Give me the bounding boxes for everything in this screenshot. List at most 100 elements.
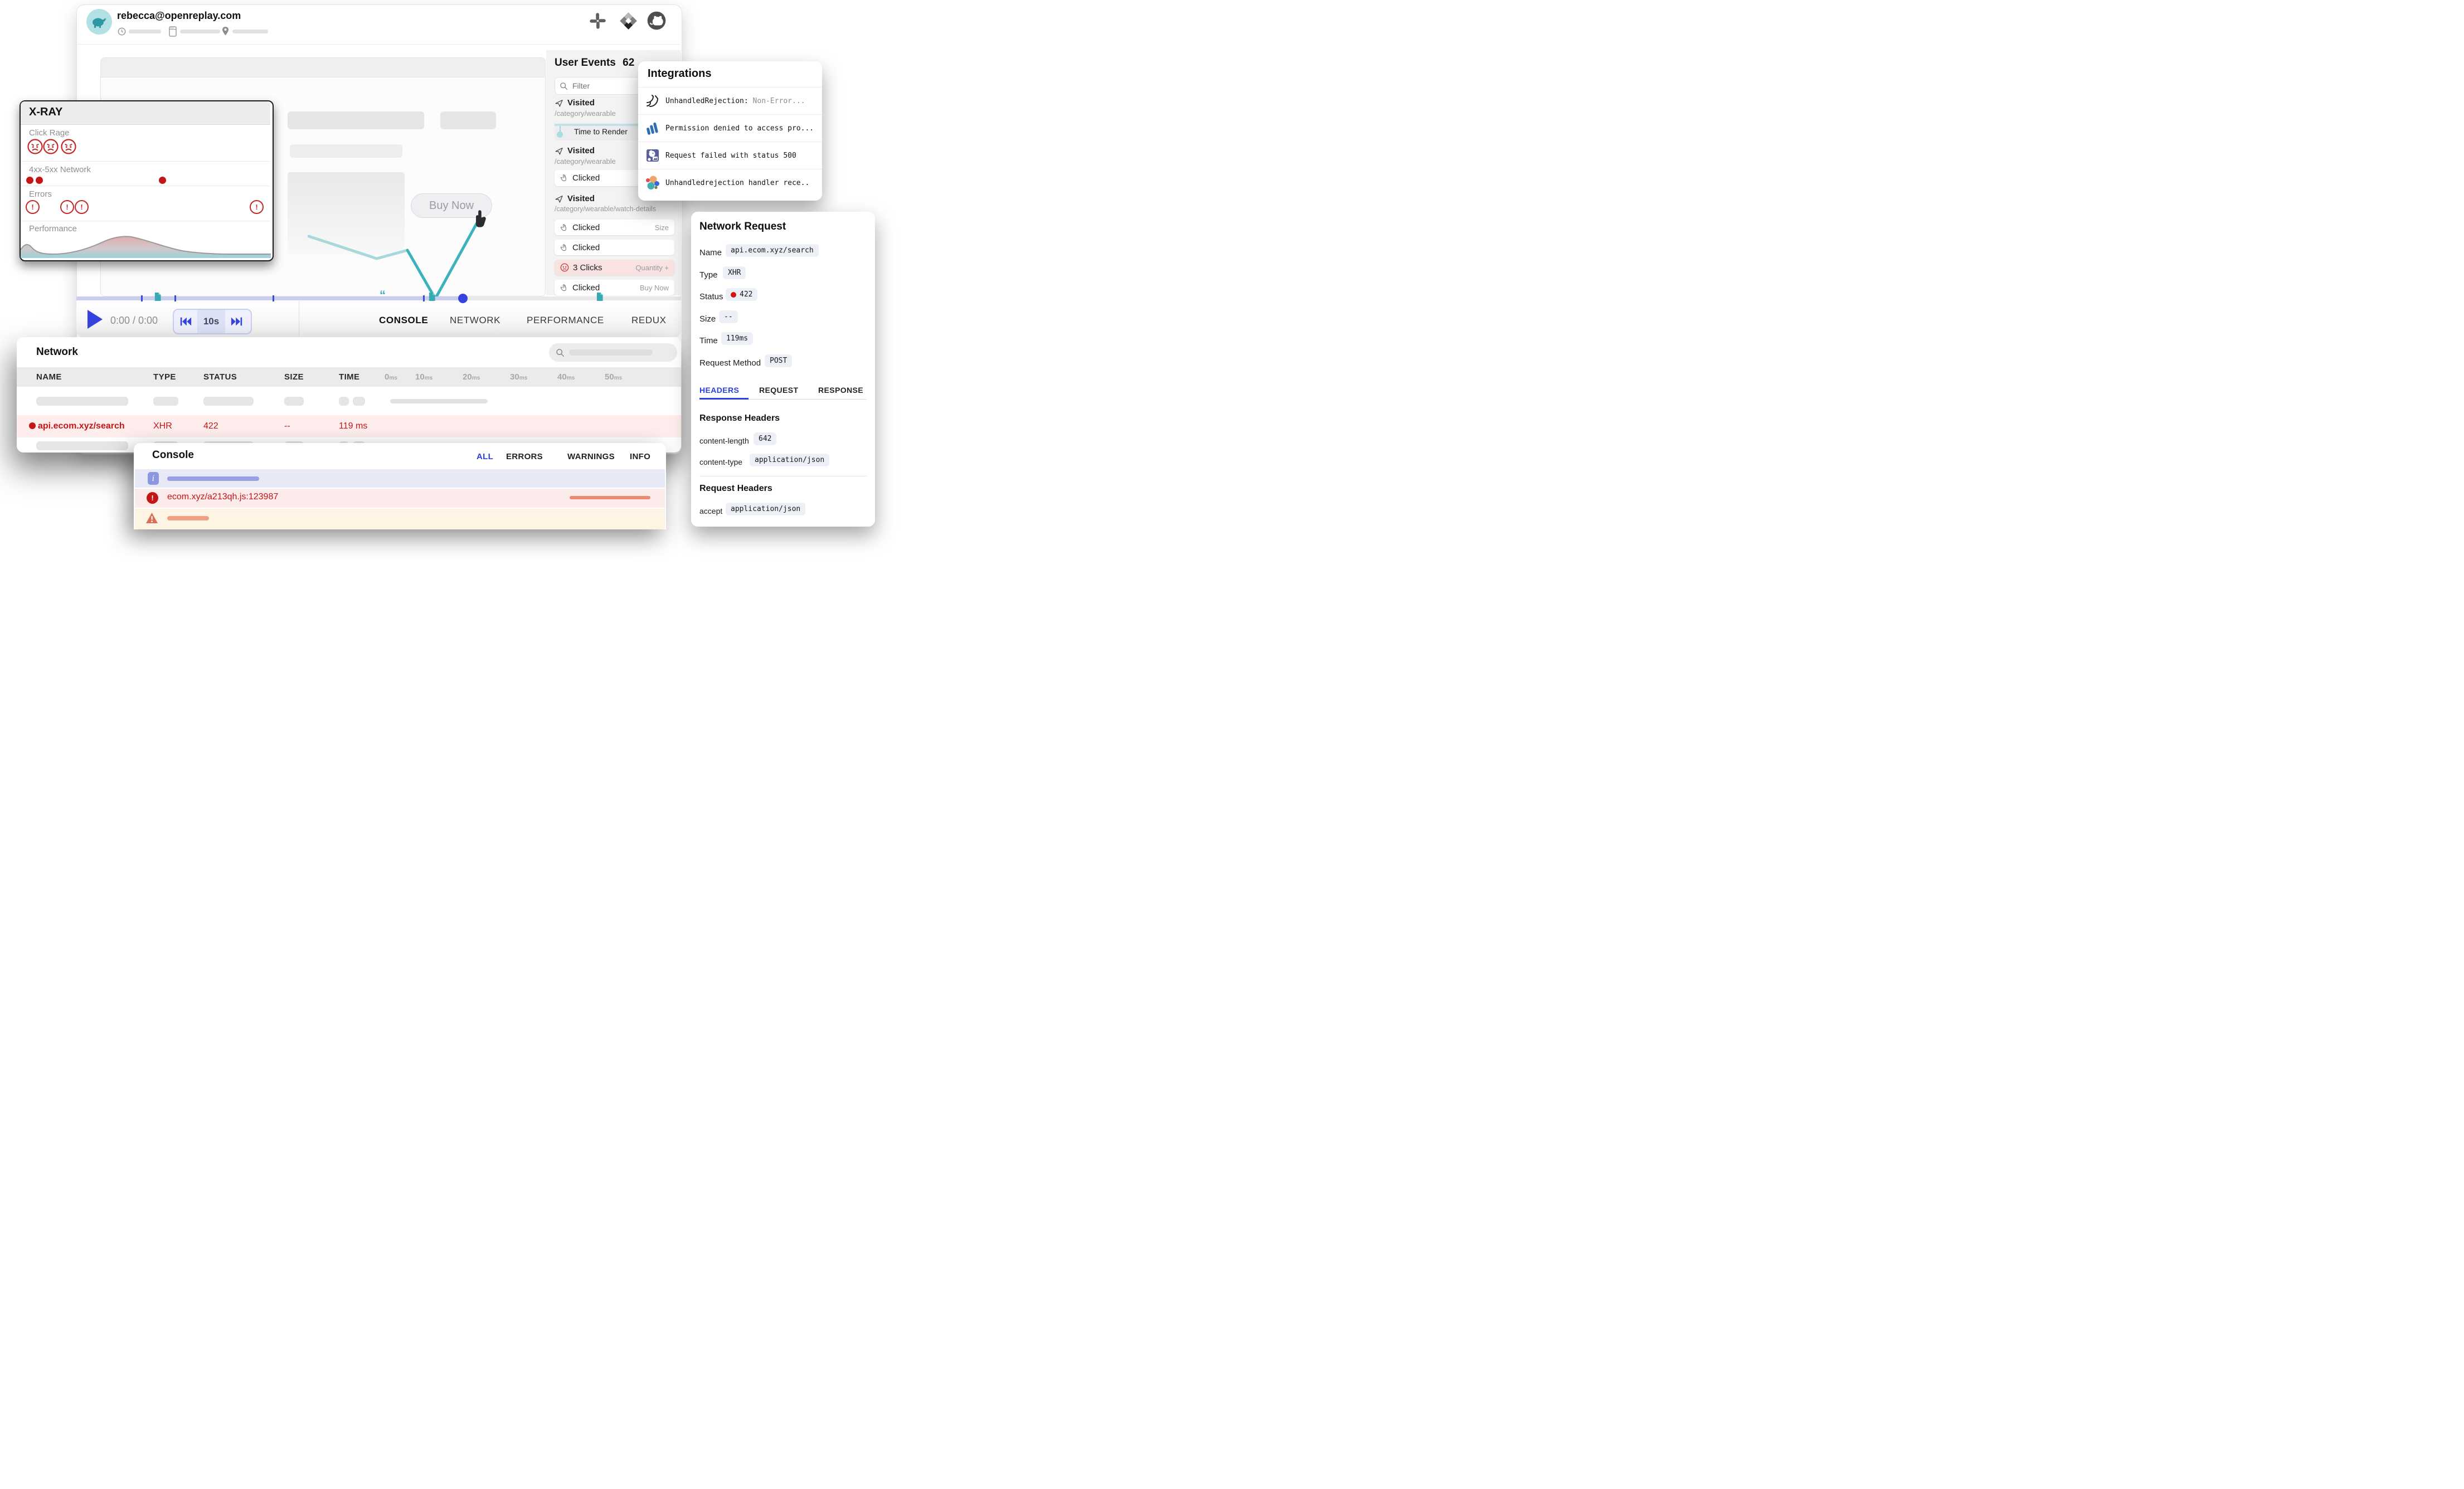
integration-row-datadog[interactable]: Request failed with status 500 [638, 142, 822, 169]
event-label: Visited [567, 98, 595, 108]
integration-message: Unhandledrejection handler rece.. [665, 179, 809, 187]
col-type[interactable]: TYPE [153, 372, 176, 382]
event-clicked-size[interactable]: Clicked Size [555, 220, 674, 235]
timeline-progress[interactable] [76, 296, 464, 300]
visited-icon [555, 99, 563, 108]
location-pin-icon [222, 26, 229, 36]
tick-unit: ms [519, 375, 527, 381]
integration-row-elastic[interactable]: Unhandledrejection handler rece.. [638, 169, 822, 196]
console-tab-warnings[interactable]: WARNINGS [567, 452, 615, 461]
github-icon[interactable] [647, 11, 667, 31]
event-clicked-buy-now[interactable]: Clicked Buy Now [555, 280, 674, 295]
err-name: api.ecom.xyz/search [38, 421, 125, 431]
tick-num: 20 [463, 372, 472, 382]
col-0ms: 0ms [385, 372, 397, 382]
tick-unit: ms [614, 375, 622, 381]
xray-title: X-RAY [29, 106, 62, 119]
skip-back-button[interactable] [174, 310, 197, 333]
timeline-event-tick[interactable] [141, 295, 143, 301]
request-headers-title: Request Headers [699, 484, 772, 494]
avatar [86, 9, 112, 35]
col-status[interactable]: STATUS [203, 372, 237, 382]
rage-face-icon [560, 263, 569, 272]
col-20ms: 20ms [463, 372, 480, 382]
performance-area-chart [21, 233, 271, 258]
nreq-tab-headers[interactable]: HEADERS [699, 386, 739, 395]
slack-icon[interactable] [589, 12, 606, 30]
field-size-value: -- [719, 310, 738, 323]
tick-num: 10 [415, 372, 425, 382]
nreq-active-tab-underline [699, 398, 749, 400]
net-row-skeleton [36, 397, 128, 406]
network-search-skeleton [569, 349, 653, 356]
err-type: XHR [153, 421, 172, 431]
error-badge-icon: ! [60, 200, 74, 214]
event-visited[interactable]: Visited [555, 146, 595, 155]
timeline-playhead[interactable] [458, 294, 468, 303]
tab-network[interactable]: NETWORK [450, 315, 500, 326]
col-size[interactable]: SIZE [284, 372, 304, 382]
field-type-label: Type [699, 270, 718, 280]
net-row-skeleton [203, 397, 254, 406]
network-request-panel [691, 212, 875, 527]
timeline-doc-marker[interactable] [154, 292, 162, 301]
col-name[interactable]: NAME [36, 372, 62, 382]
col-10ms: 10ms [415, 372, 432, 382]
click-hand-icon [560, 223, 568, 232]
tab-redux[interactable]: REDUX [631, 315, 667, 326]
event-clicked-color[interactable]: Clicked Quantity + [555, 240, 674, 255]
tick-num: 50 [605, 372, 614, 382]
network-search[interactable] [549, 343, 677, 362]
timeline-track[interactable] [464, 296, 681, 300]
accept-label: accept [699, 507, 722, 515]
network-error-dot [26, 177, 33, 184]
error-icon: ! [147, 492, 158, 504]
content-skeleton-bar [290, 144, 402, 158]
field-method-label: Request Method [699, 358, 761, 368]
jira-icon[interactable] [619, 11, 638, 31]
topbar-divider [77, 44, 681, 45]
timeline-doc-marker[interactable] [596, 292, 604, 301]
timeline-event-tick[interactable] [174, 295, 176, 301]
col-time[interactable]: TIME [339, 372, 359, 382]
console-tab-info[interactable]: INFO [630, 452, 650, 461]
timeline-doc-marker[interactable] [428, 292, 436, 301]
console-warning-row[interactable] [135, 509, 665, 529]
event-label: Visited [567, 146, 595, 155]
integrations-title: Integrations [648, 67, 711, 80]
console-tab-errors[interactable]: ERRORS [506, 452, 543, 461]
event-visited[interactable]: Visited [555, 194, 595, 203]
integration-row-sentry[interactable]: UnhandledRejection: Non-Error... [638, 87, 822, 114]
user-events-label: User Events [555, 57, 616, 69]
integration-message: Permission denied to access pro... [665, 124, 814, 133]
event-label: Clicked [572, 173, 600, 183]
field-size-label: Size [699, 314, 716, 324]
browser-skeleton [180, 30, 220, 33]
warning-skeleton-bar [167, 516, 209, 520]
tab-console[interactable]: CONSOLE [379, 315, 428, 326]
net-row-skeleton [153, 397, 178, 406]
info-icon: i [148, 472, 159, 485]
timeline-event-tick[interactable] [423, 295, 425, 301]
error-badge-icon: ! [75, 200, 89, 214]
net-row-skeleton [36, 441, 128, 450]
field-type-value: XHR [723, 266, 746, 279]
timeline-quote-marker[interactable]: “ [380, 289, 386, 301]
event-visited[interactable]: Visited [555, 98, 595, 108]
nreq-tab-response[interactable]: RESPONSE [818, 386, 863, 395]
integration-message: Request failed with status 500 [665, 152, 796, 160]
xray-errors-label: Errors [29, 189, 52, 199]
row-error-dot [29, 422, 36, 429]
timeline-event-tick[interactable] [273, 295, 274, 301]
nreq-tab-request[interactable]: REQUEST [759, 386, 798, 395]
field-time-label: Time [699, 336, 718, 346]
rage-face-icon [27, 138, 43, 155]
event-rage-clicks[interactable]: 3 Clicks Quantity + [555, 260, 674, 275]
tab-performance[interactable]: PERFORMANCE [527, 315, 604, 326]
integration-row-rollbar[interactable]: Permission denied to access pro... [638, 114, 822, 142]
event-target: Quantity + [635, 264, 669, 272]
skip-interval[interactable]: 10s [197, 310, 225, 333]
console-tab-all[interactable]: ALL [477, 452, 493, 461]
skip-forward-button[interactable] [225, 310, 249, 333]
play-button[interactable] [88, 310, 103, 329]
